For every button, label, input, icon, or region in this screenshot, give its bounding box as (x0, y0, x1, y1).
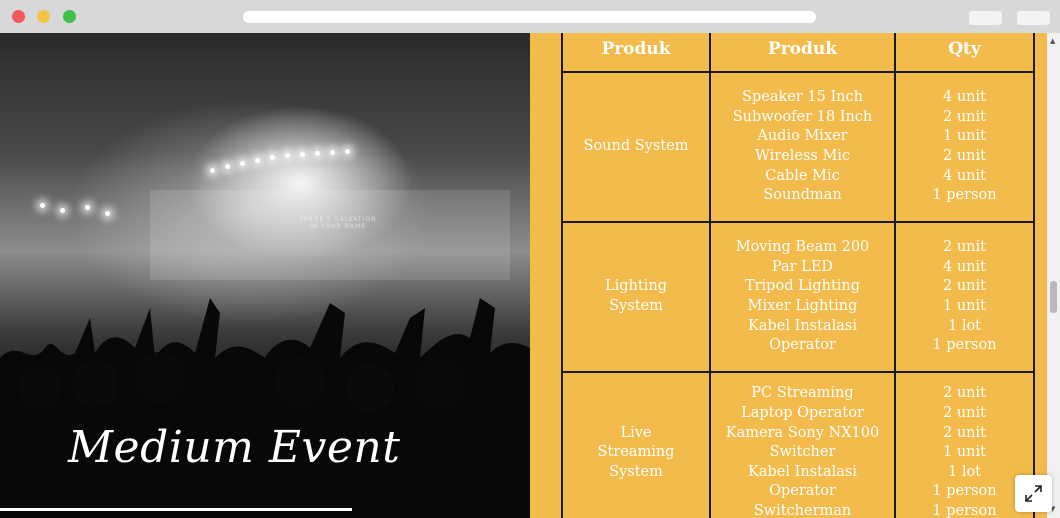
item: Kamera Sony NX100 (725, 424, 880, 441)
scroll-up-arrow-icon[interactable]: ▲ (1050, 37, 1055, 45)
column-header: Produk (709, 33, 896, 73)
category-label: Live Streaming System (597, 424, 675, 480)
qty-cell: 2 unit 2 unit 2 unit 1 unit 1 lot 1 pers… (894, 371, 1035, 518)
toolbar-button[interactable] (969, 11, 1002, 25)
item: Switcher (769, 444, 836, 461)
qty: 2 unit (943, 385, 986, 402)
items-cell: PC Streaming Laptop Operator Kamera Sony… (709, 371, 896, 518)
item: PC Streaming (751, 385, 854, 402)
qty-cell: 2 unit 4 unit 2 unit 1 unit 1 lot 1 pers… (894, 221, 1035, 373)
qty: 1 person (932, 337, 997, 354)
table-header-row: Produk Produk Qty (561, 33, 1035, 73)
qty-cell: 4 unit 2 unit 1 unit 2 unit 4 unit 1 per… (894, 71, 1035, 223)
item: Operator (769, 483, 836, 500)
category-cell: Live Streaming System (561, 371, 711, 518)
hero-image: THERE'S SALVATION IN YOUR NAME Medium Ev… (0, 33, 530, 518)
item: Wireless Mic (754, 148, 851, 164)
item: Audio Mixer (757, 128, 848, 145)
browser-chrome (0, 0, 1060, 33)
qty: 4 unit (943, 89, 986, 106)
qty: 2 unit (943, 148, 986, 164)
qty: 1 unit (943, 444, 986, 461)
maximize-window-button[interactable] (63, 10, 76, 23)
qty: 2 unit (943, 239, 986, 256)
item: Mixer Lighting (747, 298, 858, 314)
category-label: Lighting System (605, 278, 667, 314)
scrollbar-thumb[interactable] (1050, 281, 1057, 313)
item: Subwoofer 18 Inch (732, 108, 873, 125)
item: Kabel Instalasi (748, 317, 857, 334)
expand-button[interactable] (1015, 475, 1052, 512)
qty: 4 unit (943, 258, 986, 275)
category-cell: Sound System (561, 71, 711, 223)
qty: 2 unit (943, 405, 986, 422)
item: Cable Mic (765, 167, 840, 184)
item: Switcherman (753, 502, 852, 518)
item: Soundman (763, 187, 842, 204)
close-window-button[interactable] (12, 10, 25, 23)
product-table: Produk Produk Qty Sound System Speaker 1… (561, 33, 1035, 518)
item: Speaker 15 Inch (742, 89, 863, 106)
item: Par LED (771, 258, 834, 275)
qty: 2 unit (943, 108, 986, 125)
table-row: Sound System Speaker 15 Inch Subwoofer 1… (561, 71, 1035, 223)
item: Tripod Lighting (744, 278, 861, 295)
expand-icon (1025, 485, 1042, 502)
screen-text: THERE'S SALVATION (299, 216, 377, 223)
qty: 1 person (932, 483, 997, 500)
category-cell: Lighting System (561, 221, 711, 373)
qty: 1 lot (947, 463, 982, 480)
product-panel: Produk Produk Qty Sound System Speaker 1… (530, 33, 1047, 518)
items-cell: Moving Beam 200 Par LED Tripod Lighting … (709, 221, 896, 373)
page-scrollbar[interactable]: ▲ ▼ (1047, 33, 1060, 518)
toolbar-button[interactable] (1017, 11, 1050, 25)
qty: 2 unit (943, 278, 986, 295)
crowd-silhouette (0, 298, 530, 518)
item: Operator (769, 337, 836, 354)
hero-title-underline (0, 508, 352, 511)
table-row: Live Streaming System PC Streaming Lapto… (561, 371, 1035, 518)
qty: 1 unit (943, 298, 986, 314)
qty: 2 unit (943, 424, 986, 441)
column-header: Qty (894, 33, 1035, 73)
column-header: Produk (561, 33, 711, 73)
items-cell: Speaker 15 Inch Subwoofer 18 Inch Audio … (709, 71, 896, 223)
stage-screen: THERE'S SALVATION IN YOUR NAME (150, 190, 510, 280)
qty: 1 lot (947, 317, 982, 334)
item: Moving Beam 200 (735, 239, 870, 256)
item: Laptop Operator (741, 405, 864, 422)
minimize-window-button[interactable] (37, 10, 50, 23)
table-row: Lighting System Moving Beam 200 Par LED … (561, 221, 1035, 373)
qty: 1 person (932, 502, 997, 518)
qty: 1 person (932, 187, 997, 204)
qty: 4 unit (943, 167, 986, 184)
qty: 1 unit (943, 128, 986, 145)
hero-title: Medium Event (68, 422, 401, 473)
address-bar[interactable] (243, 11, 816, 23)
item: Kabel Instalasi (748, 463, 857, 480)
screen-text: IN YOUR NAME (309, 223, 367, 230)
